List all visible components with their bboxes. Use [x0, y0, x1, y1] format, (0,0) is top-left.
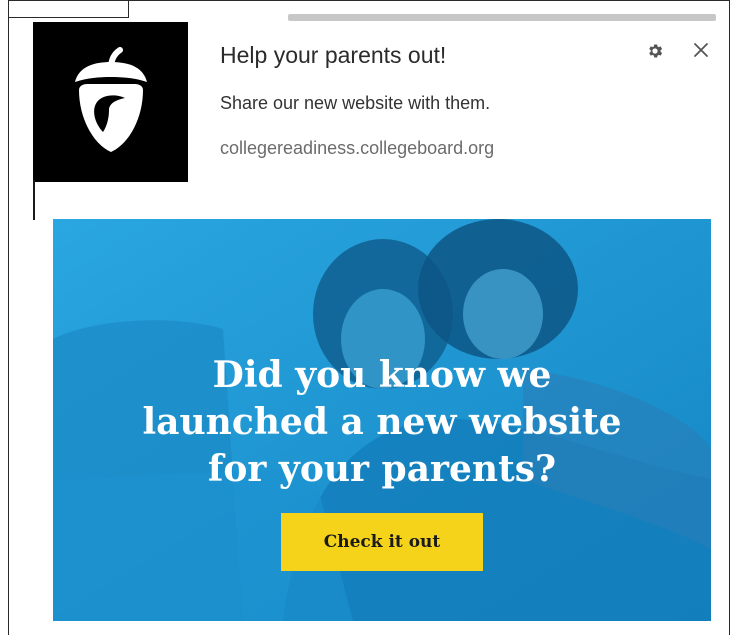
- headline-line: for your parents?: [207, 448, 557, 490]
- text-cursor-mark: [33, 180, 35, 220]
- close-button[interactable]: [689, 38, 713, 62]
- acorn-icon: [74, 47, 147, 152]
- check-it-out-button[interactable]: Check it out: [281, 513, 483, 571]
- document-frame-tab: [8, 17, 129, 18]
- site-logo: [33, 22, 188, 182]
- document-frame-left: [8, 0, 9, 635]
- document-frame-tab-edge: [128, 0, 129, 18]
- notification-title: Help your parents out!: [220, 42, 447, 68]
- document-frame-top: [8, 0, 730, 1]
- document-frame-right: [729, 0, 730, 635]
- notification-origin: collegereadiness.collegeboard.org: [220, 138, 495, 158]
- promo-banner[interactable]: Did you know we launched a new website f…: [53, 219, 711, 621]
- settings-button[interactable]: [643, 39, 667, 63]
- top-scrollbar[interactable]: [288, 14, 716, 21]
- browser-notification[interactable]: Help your parents out! Share our new web…: [33, 22, 723, 627]
- gear-icon: [649, 44, 663, 58]
- close-icon: [694, 43, 708, 57]
- headline-line: Did you know we: [212, 354, 552, 396]
- notification-message: Share our new website with them.: [220, 93, 491, 113]
- headline-line: launched a new website: [142, 401, 622, 443]
- banner-headline: Did you know we launched a new website f…: [53, 352, 711, 493]
